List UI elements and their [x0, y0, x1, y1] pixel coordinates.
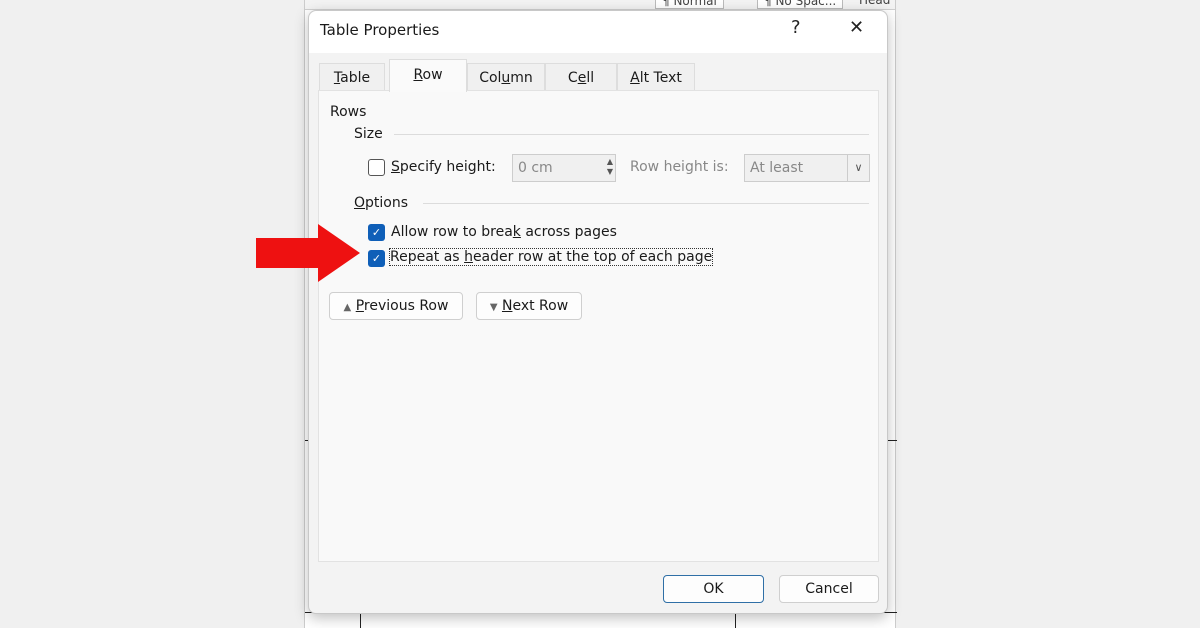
divider: [423, 203, 869, 204]
next-row-button[interactable]: ▼ Next Row: [476, 292, 582, 320]
table-properties-dialog: Table Properties ? ✕ Table Row Column Ce…: [308, 10, 888, 614]
triangle-down-icon: ▼: [489, 302, 498, 313]
title-bar: Table Properties ? ✕: [309, 11, 887, 53]
help-button[interactable]: ?: [791, 17, 801, 38]
previous-row-button[interactable]: ▲ Previous Row: [329, 292, 463, 320]
row-height-is-label: Row height is:: [630, 159, 729, 175]
cancel-button[interactable]: Cancel: [779, 575, 879, 603]
row-tab-panel: Rows Size Specify height: 0 cm ▲ ▼ Row he…: [318, 90, 879, 562]
close-button[interactable]: ✕: [849, 17, 864, 38]
divider: [394, 134, 869, 135]
allow-break-label: Allow row to break across pages: [391, 224, 617, 240]
ok-button[interactable]: OK: [663, 575, 764, 603]
red-arrow-annotation: [256, 224, 360, 282]
options-heading: Options: [354, 195, 409, 211]
dialog-title: Table Properties: [320, 21, 440, 39]
tab-column[interactable]: Column: [467, 63, 545, 91]
repeat-header-checkbox[interactable]: ✓: [368, 250, 385, 267]
table-border: [360, 612, 361, 628]
triangle-up-icon: ▲: [343, 302, 352, 313]
arrow-icon: [256, 224, 360, 282]
style-no-spacing[interactable]: ¶ No Spac...: [757, 0, 844, 9]
spinner-icon[interactable]: ▲ ▼: [607, 157, 613, 177]
height-input[interactable]: 0 cm ▲ ▼: [512, 154, 616, 182]
repeat-header-label: Repeat as header row at the top of each …: [388, 248, 714, 266]
row-height-mode-select[interactable]: At least ∨: [744, 154, 870, 182]
chevron-down-icon: ∨: [847, 155, 869, 181]
tab-alt-text[interactable]: Alt Text: [617, 63, 695, 91]
rows-heading: Rows: [330, 104, 367, 120]
tab-row[interactable]: Row: [389, 59, 467, 92]
specify-height-label: Specify height:: [391, 159, 496, 175]
table-border: [735, 612, 736, 628]
allow-break-checkbox[interactable]: ✓: [368, 224, 385, 241]
specify-height-checkbox[interactable]: [368, 159, 385, 176]
tab-cell[interactable]: Cell: [545, 63, 617, 91]
tab-table[interactable]: Table: [319, 63, 385, 91]
style-heading[interactable]: Head: [853, 0, 895, 9]
ribbon-strip: ¶ Normal ¶ No Spac... Head: [305, 0, 895, 10]
size-heading: Size: [354, 126, 383, 142]
style-normal[interactable]: ¶ Normal: [655, 0, 724, 9]
